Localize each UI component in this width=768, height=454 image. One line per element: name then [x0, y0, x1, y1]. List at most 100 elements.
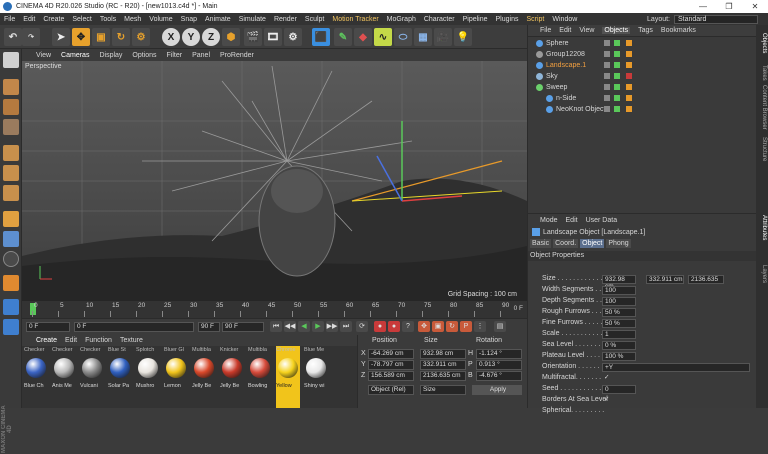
- viewport-menu-panel[interactable]: Panel: [192, 52, 210, 59]
- y-axis-lock-icon[interactable]: Y: [182, 28, 200, 46]
- minimize-icon[interactable]: —: [690, 0, 716, 13]
- side-tab-structure[interactable]: Structure: [757, 137, 767, 161]
- autokey-icon[interactable]: ●: [388, 321, 400, 332]
- layout-selector[interactable]: Layout: Standard: [647, 13, 758, 25]
- coordinate-mode-dropdown[interactable]: Object (Rel): [368, 385, 414, 395]
- attribute-value-field[interactable]: 50 %: [602, 319, 636, 328]
- attribute-menu-mode[interactable]: Mode: [540, 217, 558, 224]
- object-menu-bookmarks[interactable]: Bookmarks: [661, 27, 696, 34]
- enable-check-icon[interactable]: [614, 40, 620, 46]
- enable-check-icon[interactable]: [614, 51, 620, 57]
- attribute-tab-phong[interactable]: Phong: [606, 239, 631, 248]
- material-menu-function[interactable]: Function: [85, 337, 112, 344]
- workplane-mode-icon[interactable]: [3, 119, 19, 135]
- material-menu-texture[interactable]: Texture: [120, 337, 143, 344]
- side-tab-attributes[interactable]: Attributes: [757, 215, 767, 240]
- attribute-menu-edit[interactable]: Edit: [566, 217, 578, 224]
- attribute-value-field[interactable]: 932.98 cm: [602, 275, 636, 290]
- attribute-tab-object[interactable]: Object: [580, 239, 605, 248]
- attribute-tab-basic[interactable]: Basic: [530, 239, 552, 248]
- timeline-window-icon[interactable]: ▤: [494, 321, 506, 332]
- coord-rotation-field[interactable]: 0.913 °: [476, 360, 522, 370]
- material-swatch[interactable]: Chrome Yellow: [276, 346, 300, 408]
- object-row[interactable]: Sky: [528, 71, 757, 82]
- object-menu-file[interactable]: File: [540, 27, 551, 34]
- menu-item-character[interactable]: Character: [424, 16, 455, 23]
- scale-tool-icon[interactable]: ▣: [92, 28, 110, 46]
- menu-item-snap[interactable]: Snap: [181, 16, 197, 23]
- workplane-icon[interactable]: [3, 299, 19, 315]
- material-swatch[interactable]: Checker Vulcani: [80, 346, 104, 408]
- timeline-ruler[interactable]: 0 5 10 15 20 25 30 35 40 45 50 55 60 65 70 75 80 85 90 0 F: [22, 301, 527, 318]
- menu-item-motion-tracker[interactable]: Motion Tracker: [332, 16, 378, 23]
- texture-mode-icon[interactable]: [3, 99, 19, 115]
- layout-dropdown[interactable]: Standard: [674, 14, 758, 24]
- redo-icon[interactable]: ↷: [22, 28, 40, 46]
- move-tool-icon[interactable]: ✥: [72, 28, 90, 46]
- apply-button[interactable]: Apply: [472, 385, 522, 395]
- viewport-menu-cameras[interactable]: Cameras: [61, 52, 89, 59]
- rotate-tool-icon[interactable]: ↻: [112, 28, 130, 46]
- enable-check-icon[interactable]: [614, 106, 620, 112]
- attribute-value-field[interactable]: ✓: [602, 374, 610, 383]
- menu-item-create[interactable]: Create: [43, 16, 64, 23]
- current-frame-field[interactable]: 0 F: [74, 322, 194, 332]
- size-mode-dropdown[interactable]: Size: [420, 385, 466, 395]
- attribute-value-field[interactable]: 0: [602, 385, 636, 394]
- camera-icon[interactable]: 🎥: [434, 28, 452, 46]
- attribute-value-field[interactable]: ✓: [602, 396, 610, 405]
- select-arrow-icon[interactable]: ➤: [52, 28, 70, 46]
- coord-position-field[interactable]: 156.589 cm: [368, 371, 414, 381]
- material-swatch[interactable]: Checker Blue Ch: [24, 346, 48, 408]
- visibility-dot-icon[interactable]: [604, 51, 610, 57]
- axis-mode-icon[interactable]: [3, 211, 19, 227]
- visibility-dot-icon[interactable]: [604, 40, 610, 46]
- coord-position-field[interactable]: -64.269 cm: [368, 349, 414, 359]
- menu-item-script[interactable]: Script: [526, 16, 544, 23]
- object-row[interactable]: Sphere: [528, 38, 757, 49]
- play-forward-icon[interactable]: ▶: [312, 321, 324, 332]
- goto-start-icon[interactable]: ⏮: [270, 321, 282, 332]
- snap-icon[interactable]: [3, 251, 19, 267]
- enable-check-icon[interactable]: [614, 95, 620, 101]
- coord-position-field[interactable]: -78.797 cm: [368, 360, 414, 370]
- attribute-menu-user-data[interactable]: User Data: [586, 217, 618, 224]
- render-view-icon[interactable]: 🎬: [244, 28, 262, 46]
- model-mode-icon[interactable]: [3, 79, 19, 95]
- object-menu-edit[interactable]: Edit: [559, 27, 571, 34]
- record-active-icon[interactable]: ●: [374, 321, 386, 332]
- material-swatch[interactable]: Multibla Bowling: [248, 346, 272, 408]
- viewport-menu-filter[interactable]: Filter: [167, 52, 183, 59]
- loop-icon[interactable]: ⟳: [356, 321, 368, 332]
- menu-item-plugins[interactable]: Plugins: [496, 16, 519, 23]
- object-row[interactable]: NeoKnot Object: [528, 104, 757, 115]
- menu-item-edit[interactable]: Edit: [23, 16, 35, 23]
- render-settings-icon[interactable]: ⚙: [284, 28, 302, 46]
- floor-icon[interactable]: ▦: [414, 28, 432, 46]
- generator-icon[interactable]: ⬭: [394, 28, 412, 46]
- z-axis-lock-icon[interactable]: Z: [202, 28, 220, 46]
- attribute-value-field[interactable]: 100: [602, 297, 636, 306]
- object-row[interactable]: Group12208: [528, 49, 757, 60]
- attribute-value-field[interactable]: 332.911 cm: [646, 275, 684, 284]
- coord-size-field[interactable]: 2136.635 cm: [420, 371, 466, 381]
- menu-item-volume[interactable]: Volume: [149, 16, 172, 23]
- attribute-value-field[interactable]: 2136.635: [688, 275, 724, 284]
- locked-workplane-icon[interactable]: [3, 319, 19, 335]
- end-frame-field-b[interactable]: 90 F: [222, 322, 264, 332]
- deformer-icon[interactable]: ∿: [374, 28, 392, 46]
- menu-item-mesh[interactable]: Mesh: [124, 16, 141, 23]
- menu-item-mograph[interactable]: MoGraph: [387, 16, 416, 23]
- attribute-value-field[interactable]: [602, 407, 610, 416]
- viewport-menu-view[interactable]: View: [36, 52, 51, 59]
- play-backward-icon[interactable]: ◀: [298, 321, 310, 332]
- scale-key-icon[interactable]: ▣: [432, 321, 444, 332]
- material-swatch[interactable]: Bluer Gl Lemon: [164, 346, 188, 408]
- material-menu-edit[interactable]: Edit: [65, 337, 77, 344]
- menu-item-window[interactable]: Window: [552, 16, 577, 23]
- position-key-icon[interactable]: ✥: [418, 321, 430, 332]
- attribute-value-field[interactable]: 100: [602, 286, 636, 295]
- make-editable-icon[interactable]: [3, 52, 19, 68]
- menu-item-animate[interactable]: Animate: [205, 16, 231, 23]
- object-menu-tags[interactable]: Tags: [638, 27, 653, 34]
